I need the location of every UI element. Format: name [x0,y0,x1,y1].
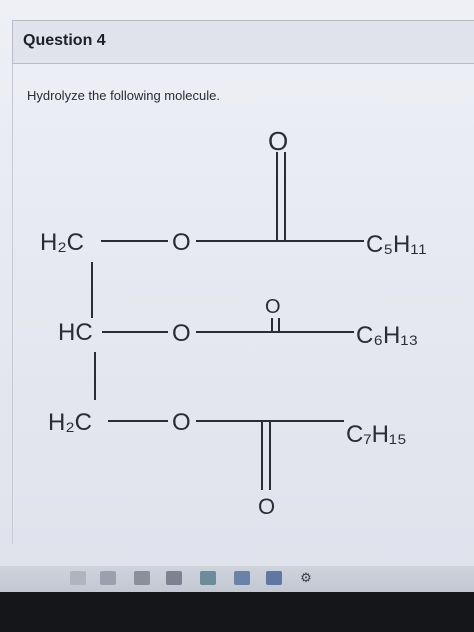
row2-carbon: HC [58,319,93,346]
mail-icon[interactable] [200,571,216,585]
row2-chain: C₆H₁₃ [356,322,418,349]
photos-icon[interactable] [266,571,282,585]
row1-chain: C₅H₁₁ [366,231,427,258]
screen: Question 4 Hydrolyze the following molec… [0,0,474,590]
molecule-structure: H₂C O O C₅H₁₁ HC O O C₆H₁₃ H₂C O O C₇H₁₅ [40,126,427,519]
row1-ester-oxygen: O [172,229,191,256]
app-icon[interactable] [234,571,250,585]
row3-carbon: H₂C [48,409,92,436]
settings-icon[interactable]: ⚙ [298,571,314,585]
row3-ester-oxygen: O [172,409,191,436]
store-icon[interactable] [166,571,182,585]
row3-carbonyl-oxygen: O [258,494,275,519]
row2-carbonyl-oxygen: O [265,296,281,318]
row2-ester-oxygen: O [172,320,191,347]
row1-carbonyl-oxygen: O [268,126,288,156]
monitor-bezel [0,592,474,632]
row3-chain: C₇H₁₅ [346,421,407,448]
down-arrow-icon[interactable] [70,571,86,585]
folder-icon[interactable] [134,571,150,585]
task-view-icon[interactable] [100,571,116,585]
row1-carbon: H₂C [40,229,84,256]
